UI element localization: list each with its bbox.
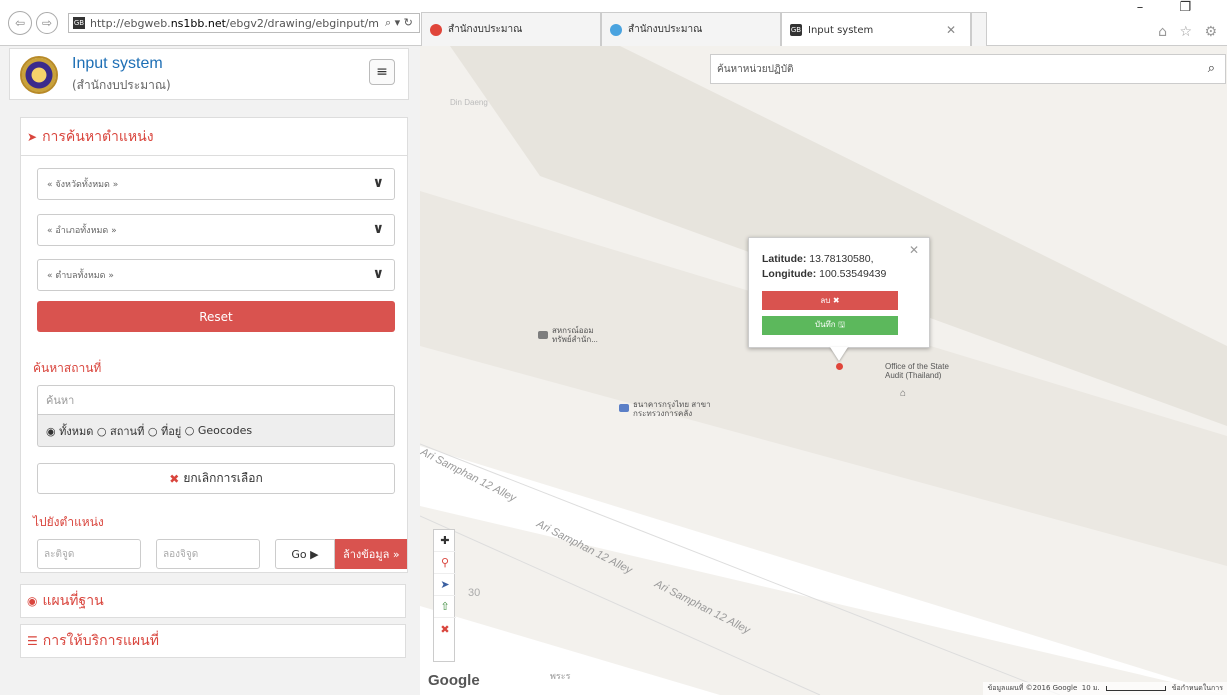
tab-label: สำนักงบประมาณ — [628, 24, 703, 35]
longitude-readout: Longitude: 100.53549439 — [762, 268, 887, 280]
app-title: Input system — [72, 55, 163, 72]
latitude-input[interactable]: ละติจูด — [37, 539, 141, 569]
browser-tab-2[interactable]: สำนักงบประมาณ — [601, 12, 781, 46]
google-logo: Google — [428, 672, 480, 689]
scale-label: 10 ม. — [1081, 684, 1100, 692]
unit-search-input[interactable]: ค้นหาหน่วยปฏิบัติ ⌕ — [710, 54, 1226, 84]
site-favicon-icon: GB — [73, 17, 85, 29]
subdistrict-select-value: « ตำบลทั้งหมด » — [47, 271, 114, 281]
partial-road-label: พระร — [550, 671, 571, 681]
trash-icon[interactable]: ✖ — [434, 618, 456, 640]
tab-favicon-icon — [430, 23, 442, 36]
basemap-accordion[interactable]: ◉ แผนที่ฐาน — [20, 584, 406, 618]
popup-pointer — [830, 347, 848, 361]
location-panel-title: การค้นหาตำแหน่ง — [42, 128, 154, 145]
place-search-input[interactable]: ค้นหา — [37, 385, 395, 415]
pan-move-icon[interactable]: ✚ — [434, 530, 456, 552]
latitude-readout: Latitude: 13.78130580, — [762, 253, 874, 265]
window-controls[interactable]: – ❐ — [1137, 0, 1207, 15]
province-select-value: « จังหวัดทั้งหมด » — [47, 180, 119, 190]
ie-favicon-icon — [610, 23, 622, 36]
map-pin-icon[interactable]: ⚲ — [434, 552, 456, 574]
browser-toolbar-icons[interactable]: ⌂ ☆ ⚙ — [1158, 24, 1221, 40]
chevron-down-icon: ∨ — [372, 266, 384, 282]
app-header: Input system (สำนักงบประมาณ) ≡ — [9, 48, 409, 100]
reset-button[interactable]: Reset — [37, 301, 395, 332]
location-search-panel: ➤ การค้นหาตำแหน่ง « จังหวัดทั้งหมด » ∨ «… — [20, 117, 408, 573]
address-url: http://ebgweb.ns1bb.net/ebgv2/drawing/eb… — [90, 16, 379, 30]
place-search-label: ค้นหาสถานที่ — [33, 361, 102, 375]
radio-address[interactable]: ○ ที่อยู่ — [148, 422, 181, 440]
location-arrow-icon: ➤ — [27, 129, 38, 144]
map-number-label: 30 — [468, 587, 481, 599]
map-services-accordion[interactable]: ☰ การให้บริการแผนที่ — [20, 624, 406, 658]
bank-poi-icon — [619, 404, 629, 412]
browser-tab-1[interactable]: สำนักงบประมาณ — [421, 12, 601, 46]
map-background — [420, 46, 1227, 695]
go-button[interactable]: Go ▶ — [275, 539, 335, 569]
globe-icon: ◉ — [27, 594, 38, 608]
location-panel-header[interactable]: ➤ การค้นหาตำแหน่ง — [21, 118, 407, 156]
chevron-down-icon: ∨ — [372, 175, 384, 191]
scale-bar — [1105, 686, 1166, 691]
app-subtitle: (สำนักงบประมาณ) — [72, 78, 171, 92]
clear-data-button[interactable]: ล้างข้อมูล » — [335, 539, 407, 569]
tab-label: Input system — [808, 24, 874, 36]
close-icon: ✖ — [169, 471, 180, 486]
state-audit-poi-label[interactable]: Office of the State Audit (Thailand) — [885, 362, 949, 380]
list-icon: ☰ — [27, 634, 38, 648]
goto-location-label: ไปยังตำแหน่ง — [33, 515, 104, 529]
longitude-input[interactable]: ลองจิจูด — [156, 539, 260, 569]
subdistrict-select[interactable]: « ตำบลทั้งหมด » ∨ — [37, 259, 395, 291]
coordinate-popup: ✕ Latitude: 13.78130580, Longitude: 100.… — [748, 237, 930, 348]
chevron-down-icon: ∨ — [372, 221, 384, 237]
faded-area-label: Din Daeng — [450, 98, 488, 107]
cooperative-poi-label[interactable]: สหกรณ์ออม ทรัพย์สำนัก... — [552, 326, 598, 344]
back-button[interactable]: ⇦ — [8, 11, 32, 35]
search-icon[interactable]: ⌕ — [1208, 61, 1215, 76]
delete-button[interactable]: ลบ ✖ — [762, 291, 898, 310]
save-button[interactable]: บันทึก 🖫 — [762, 316, 898, 335]
new-tab-button[interactable] — [971, 12, 987, 46]
province-select[interactable]: « จังหวัดทั้งหมด » ∨ — [37, 168, 395, 200]
bureau-logo-icon — [20, 56, 58, 94]
district-select[interactable]: « อำเภอทั้งหมด » ∨ — [37, 214, 395, 246]
radio-geocodes[interactable]: ○ Geocodes — [185, 424, 252, 437]
tab-favicon-icon: GB — [790, 24, 802, 36]
district-select-value: « อำเภอทั้งหมด » — [47, 226, 117, 236]
browser-titlebar: ⇦ ⇨ GB http://ebgweb.ns1bb.net/ebgv2/dra… — [0, 0, 1227, 47]
cancel-selection-button[interactable]: ✖ ยกเลิกการเลือก — [37, 463, 395, 494]
map-attribution: ข้อมูลแผนที่ ©2016 Google 10 ม. ข้อกำหนด… — [983, 682, 1227, 695]
cooperative-poi-icon — [538, 331, 548, 339]
basemap-label: แผนที่ฐาน — [42, 593, 104, 609]
map-toolbar: ✚ ⚲ ➤ ⇧ ✖ — [433, 529, 456, 662]
location-arrow-icon[interactable]: ➤ — [434, 574, 456, 596]
radio-all[interactable]: ◉ ทั้งหมด — [46, 422, 93, 440]
bank-poi-label[interactable]: ธนาคารกรุงไทย สาขา กระทรวงการคลัง — [633, 400, 711, 418]
address-bar[interactable]: GB http://ebgweb.ns1bb.net/ebgv2/drawing… — [68, 13, 420, 33]
tab-label: สำนักงบประมาณ — [448, 24, 523, 35]
close-icon[interactable]: ✕ — [909, 243, 919, 257]
map-services-label: การให้บริการแผนที่ — [42, 633, 159, 649]
forward-button[interactable]: ⇨ — [36, 12, 58, 34]
map-canvas[interactable]: Din Daeng สหกรณ์ออม ทรัพย์สำนัก... ธนาคาร… — [420, 46, 1227, 695]
attribution-text: ข้อมูลแผนที่ ©2016 Google — [987, 684, 1078, 692]
government-building-icon: ⌂ — [900, 388, 907, 399]
location-marker-icon[interactable] — [836, 363, 843, 370]
radio-place[interactable]: ○ สถานที่ — [97, 422, 144, 440]
browser-tab-active[interactable]: GB Input system ✕ — [781, 12, 971, 47]
terms-link[interactable]: ข้อกำหนดในการ — [1172, 683, 1223, 694]
cancel-selection-label: ยกเลิกการเลือก — [183, 471, 263, 485]
hamburger-menu-button[interactable]: ≡ — [369, 59, 395, 85]
sidebar: Input system (สำนักงบประมาณ) ≡ ➤ การค้นห… — [0, 46, 420, 695]
upload-icon[interactable]: ⇧ — [434, 596, 456, 618]
address-controls-icon[interactable]: ⌕ ▾ ↻ — [385, 16, 413, 30]
unit-search-placeholder: ค้นหาหน่วยปฏิบัติ — [717, 63, 794, 75]
tab-close-icon[interactable]: ✕ — [946, 23, 956, 37]
search-type-radios: ◉ ทั้งหมด ○ สถานที่ ○ ที่อยู่ ○ Geocodes — [37, 415, 395, 447]
